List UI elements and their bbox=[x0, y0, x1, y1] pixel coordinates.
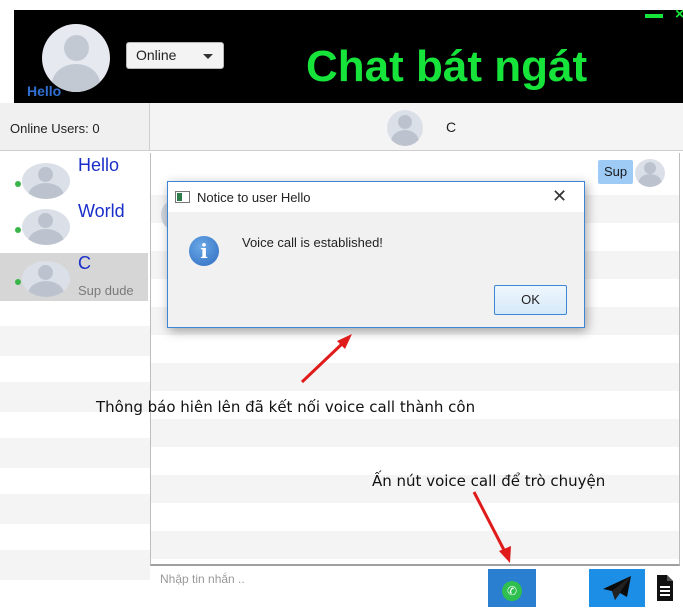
arrow-head-icon bbox=[499, 546, 511, 563]
annotation-arrows bbox=[300, 334, 511, 563]
arrow-line bbox=[472, 491, 506, 551]
arrow-line bbox=[300, 340, 346, 384]
